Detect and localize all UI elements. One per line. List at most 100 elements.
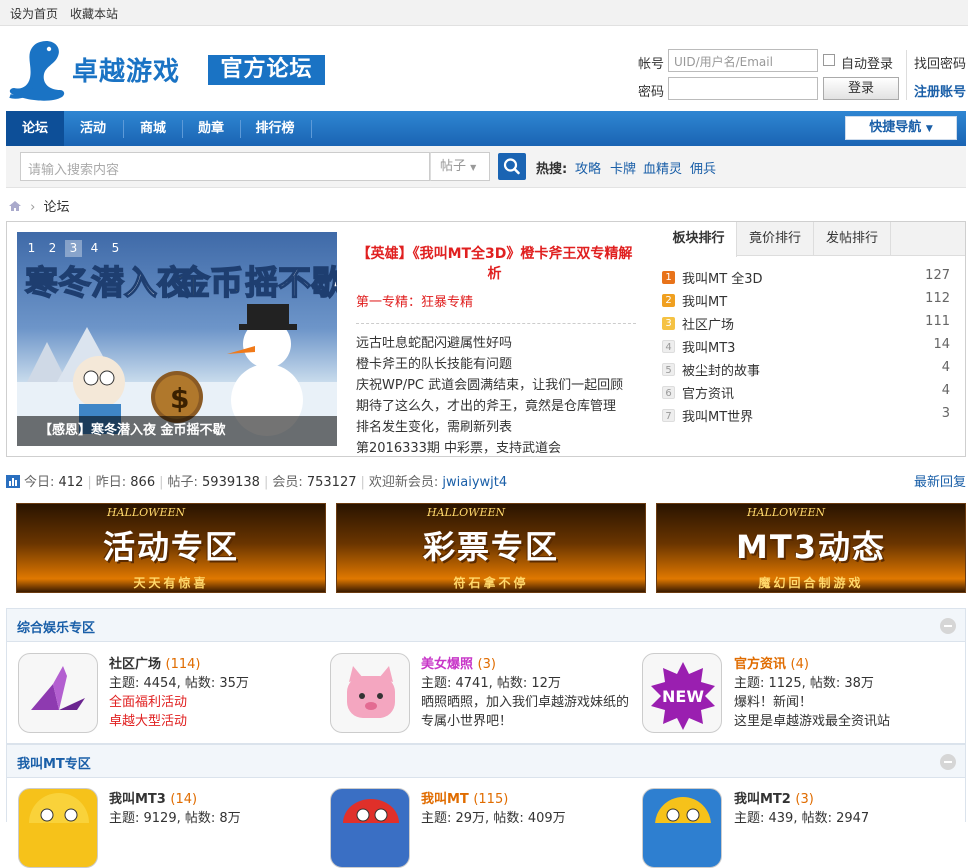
banner-title: MT3动态 [736, 528, 886, 566]
rank-name: 我叫MT 全3D [682, 272, 763, 287]
collapse-icon[interactable] [940, 618, 956, 634]
section-header-entertainment: 综合娱乐专区 [6, 608, 966, 642]
quick-nav-label: 快捷导航 [869, 120, 922, 135]
ranking-row[interactable]: 5 被尘封的故事 4 [662, 360, 950, 380]
slide-page-4[interactable]: 4 [86, 240, 103, 257]
site-subtitle-badge: 官方论坛 [208, 55, 325, 85]
nav-forum[interactable]: 论坛 [6, 111, 64, 146]
banner-lottery[interactable]: HALLOWEEN 彩票专区 符石拿不停 [336, 503, 646, 593]
nav-activity[interactable]: 活动 [64, 111, 122, 146]
news-item[interactable]: 橙卡斧王的队长技能有问题 [356, 353, 512, 372]
forum-name-mt[interactable]: 我叫MT (115) [421, 788, 508, 807]
forum-highlight-link[interactable]: 卓越大型活动 [109, 710, 187, 729]
rank-value: 112 [925, 291, 950, 306]
banner-title: 活动专区 [102, 528, 239, 566]
forum-title: 我叫MT3 [109, 792, 166, 807]
banner-mt3-news[interactable]: HALLOWEEN MT3动态 魔幻回合制游戏 [656, 503, 966, 593]
nav-shop[interactable]: 商城 [124, 111, 182, 146]
tab-board-ranking[interactable]: 板块排行 [661, 222, 737, 257]
find-password-link[interactable]: 找回密码 [914, 53, 966, 72]
nav-ranking[interactable]: 排行榜 [240, 111, 310, 146]
collapse-icon[interactable] [940, 754, 956, 770]
section-title[interactable]: 我叫MT专区 [17, 753, 91, 772]
search-type-select[interactable]: 帖子 ▼ [430, 152, 490, 181]
set-home-link[interactable]: 设为首页 [10, 5, 58, 22]
slide-page-2[interactable]: 2 [44, 240, 61, 257]
forum-icon-community[interactable] [18, 653, 98, 733]
login-divider [906, 50, 907, 100]
slide-art-title-b: 金币 [176, 263, 243, 302]
stat-today: 412 [58, 475, 84, 490]
headline-sub[interactable]: 第一专精：狂暴专精 [356, 291, 473, 310]
forum-count: (114) [165, 657, 201, 672]
bookmark-link[interactable]: 收藏本站 [70, 5, 118, 22]
tab-post-ranking[interactable]: 发帖排行 [814, 222, 891, 256]
hot-search-item[interactable]: 血精灵 [643, 158, 682, 177]
ranking-row[interactable]: 1 我叫MT 全3D 127 [662, 268, 950, 288]
ranking-row[interactable]: 6 官方资讯 4 [662, 383, 950, 403]
news-item[interactable]: 庆祝WP/PC 武道会圆满结束，让我们一起回顾 [356, 374, 623, 393]
rank-name: 社区广场 [682, 318, 735, 333]
forum-icon-beauty[interactable] [330, 653, 410, 733]
site-logo[interactable] [6, 38, 68, 105]
news-item[interactable]: 期待了这么久，才出的斧王，竟然是仓库管理 [356, 395, 616, 414]
quick-nav-button[interactable]: 快捷导航 ▼ [845, 116, 957, 140]
new-member-link[interactable]: jwiaiywjt4 [442, 475, 507, 490]
slide-caption[interactable]: 【感恩】寒冬潜入夜 金币摇不歇 [17, 416, 337, 446]
section-title[interactable]: 综合娱乐专区 [17, 617, 95, 636]
password-input[interactable] [668, 77, 818, 100]
rank-name: 官方资讯 [682, 387, 735, 402]
forum-icon-mt3[interactable] [18, 788, 98, 868]
forum-name-community[interactable]: 社区广场 (114) [109, 653, 201, 672]
search-type-value: 帖子 [440, 159, 467, 174]
hot-search-item[interactable]: 卡牌 [610, 158, 636, 177]
latest-reply-link[interactable]: 最新回复 [914, 471, 966, 490]
new-badge-icon: NEW [651, 662, 715, 730]
search-input[interactable]: 请输入搜索内容 [20, 152, 430, 181]
hot-search-item[interactable]: 佣兵 [690, 158, 716, 177]
slide-page-3[interactable]: 3 [65, 240, 82, 257]
auto-login-checkbox[interactable] [823, 54, 835, 66]
news-item[interactable]: 第2016333期 中彩票，支持武道会 [356, 437, 561, 456]
headline-title[interactable]: 【英雄】《我叫MT全3D》橙卡斧王双专精解析 [352, 244, 637, 284]
home-icon[interactable] [8, 200, 22, 212]
banner-activity[interactable]: HALLOWEEN 活动专区 天天有惊喜 [16, 503, 326, 593]
password-label: 密码 [638, 85, 665, 100]
stat-separator: | [159, 475, 164, 490]
account-input[interactable]: UID/用户名/Email [668, 49, 818, 72]
ranking-row[interactable]: 3 社区广场 111 [662, 314, 950, 334]
breadcrumb-current[interactable]: 论坛 [43, 200, 69, 215]
forum-name-official-news[interactable]: 官方资讯 (4) [734, 653, 809, 672]
breadcrumb: › 论坛 [8, 196, 70, 215]
forum-name-mt2[interactable]: 我叫MT2 (3) [734, 788, 814, 807]
ranking-row[interactable]: 4 我叫MT3 14 [662, 337, 950, 357]
login-button[interactable]: 登录 [823, 77, 899, 100]
seal-logo-icon [9, 40, 65, 101]
banner-halloween-tag: HALLOWEEN [427, 506, 506, 519]
nav-separator [311, 120, 312, 138]
slide-page-1[interactable]: 1 [23, 240, 40, 257]
search-button[interactable] [498, 153, 526, 180]
forum-icon-mt[interactable] [330, 788, 410, 868]
forum-name-beauty[interactable]: 美女爆照 (3) [421, 653, 496, 672]
forum-description: 这里是卓越游戏最全资讯站 [734, 714, 891, 729]
rank-number: 5 [662, 363, 675, 376]
forum-description: 爆料！新闻！ [734, 695, 813, 710]
news-item[interactable]: 远古吐息蛇配闪避属性好吗 [356, 332, 512, 351]
hot-search-item[interactable]: 攻略 [575, 158, 601, 177]
forum-name-mt3[interactable]: 我叫MT3 (14) [109, 788, 197, 807]
slide-page-5[interactable]: 5 [107, 240, 124, 257]
forum-icon-official-news[interactable]: NEW [642, 653, 722, 733]
nav-medals[interactable]: 勋章 [182, 111, 240, 146]
forum-icon-mt2[interactable] [642, 788, 722, 868]
forum-highlight-link[interactable]: 全面福利活动 [109, 691, 187, 710]
rank-value: 111 [925, 314, 950, 329]
slideshow-image[interactable]: $ 寒冬潜入夜 金币 摇不歇 [17, 232, 337, 446]
tab-bid-ranking[interactable]: 竟价排行 [737, 222, 814, 256]
news-item[interactable]: 排名发生变化，需刷新列表 [356, 416, 512, 435]
dashed-divider [356, 323, 636, 324]
register-link[interactable]: 注册账号 [914, 81, 966, 100]
slide-art-title-a: 寒冬潜入夜 [25, 263, 191, 302]
ranking-row[interactable]: 7 我叫MT世界 3 [662, 406, 950, 426]
ranking-row[interactable]: 2 我叫MT 112 [662, 291, 950, 311]
